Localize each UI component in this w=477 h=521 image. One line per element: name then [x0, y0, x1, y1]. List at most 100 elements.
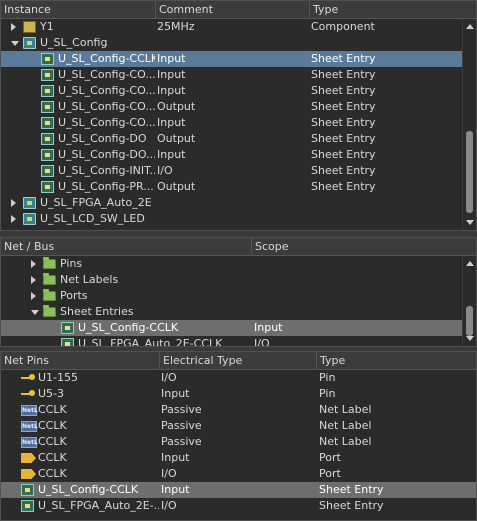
cell-comment: 25MHz — [157, 20, 195, 33]
expand-arrow-icon[interactable] — [11, 23, 16, 31]
expand-arrow-icon[interactable] — [11, 199, 16, 207]
folder-icon — [43, 289, 56, 301]
tree-row[interactable]: NetL CCLK Passive Net Label — [1, 418, 476, 434]
tree-row[interactable]: NetL CCLK Passive Net Label — [1, 434, 476, 450]
cell-name: U_SL_Config-INIT... — [58, 164, 155, 177]
tree-row[interactable]: U_SL_Config — [1, 35, 464, 51]
tree-row[interactable]: Pins — [1, 256, 464, 272]
cell-name: CCLK — [38, 451, 67, 464]
scroll-down-icon[interactable] — [465, 218, 474, 227]
tree-row[interactable]: NetL CCLK Passive Net Label — [1, 402, 476, 418]
tree-row[interactable]: U5-3 Input Pin — [1, 386, 476, 402]
cell-name: U_SL_Config-CO... — [58, 68, 155, 81]
tree-row[interactable]: Sheet Entries — [1, 304, 464, 320]
net-bus-panel: Net / Bus Scope Pins Net Labels Ports Sheet… — [0, 237, 477, 347]
cell-type — [311, 35, 462, 51]
tree-row[interactable]: Net Labels — [1, 272, 464, 288]
sheet-symbol-icon — [23, 37, 36, 49]
sheet-entry-icon — [41, 101, 54, 113]
tree-row[interactable]: CCLK Input Port — [1, 450, 476, 466]
net-pins-panel-header: Net Pins Electrical Type Type — [1, 352, 476, 370]
cell-type: Sheet Entry — [311, 68, 376, 81]
cell-comment: Input — [157, 148, 186, 161]
cell-type: Port — [319, 467, 341, 480]
cell-comment: Output — [157, 132, 196, 145]
column-header-scope[interactable]: Scope — [251, 238, 464, 256]
column-header-net-bus[interactable]: Net / Bus — [1, 238, 251, 256]
port-icon — [21, 453, 36, 463]
tree-row[interactable]: U1-155 I/O Pin — [1, 370, 476, 386]
sheet-entry-icon — [41, 117, 54, 129]
cell-name: U_SL_Config-CO... — [58, 116, 155, 129]
cell-name: Pins — [60, 257, 83, 270]
column-header-net-pins[interactable]: Net Pins — [1, 352, 159, 370]
scroll-up-icon[interactable] — [465, 259, 474, 268]
cell-type: Sheet Entry — [311, 52, 376, 65]
cell-etype: Passive — [161, 435, 202, 448]
cell-scope — [254, 256, 462, 272]
collapse-arrow-icon[interactable] — [11, 41, 19, 46]
net-bus-panel-scrollbar[interactable] — [462, 256, 476, 346]
net-label-icon: NetL — [21, 421, 38, 432]
cell-type: Pin — [319, 371, 336, 384]
column-header-instance[interactable]: Instance — [1, 1, 155, 19]
tree-row[interactable]: Y1 25MHz Component — [1, 19, 464, 35]
cell-name: U_SL_FPGA_Auto_2E — [40, 196, 152, 209]
cell-scope: Input — [254, 321, 283, 334]
cell-comment: Input — [157, 68, 186, 81]
cell-comment — [157, 195, 309, 211]
tree-row[interactable]: U_SL_Config-CO... Input Sheet Entry — [1, 67, 464, 83]
tree-row[interactable]: U_SL_FPGA_Auto_2E-CCLK I/O — [1, 336, 464, 347]
tree-row[interactable]: U_SL_FPGA_Auto_2E — [1, 195, 464, 211]
tree-row[interactable]: U_SL_Config-CO... Input Sheet Entry — [1, 83, 464, 99]
tree-row[interactable]: U_SL_Config-INIT... I/O Sheet Entry — [1, 163, 464, 179]
expand-arrow-icon[interactable] — [31, 292, 36, 300]
cell-etype: Input — [161, 451, 190, 464]
expand-arrow-icon[interactable] — [31, 276, 36, 284]
scroll-up-icon[interactable] — [465, 22, 474, 31]
tree-row[interactable]: U_SL_Config-CCLK Input Sheet Entry — [1, 482, 476, 498]
sheet-entry-icon — [41, 133, 54, 145]
scroll-thumb[interactable] — [466, 306, 473, 336]
cell-name: CCLK — [38, 419, 67, 432]
cell-comment — [157, 35, 309, 51]
scroll-thumb[interactable] — [466, 131, 473, 213]
cell-name: U5-3 — [38, 387, 65, 400]
sheet-entry-icon — [41, 85, 54, 97]
tree-row[interactable]: U_SL_Config-CCLK Input Sheet Entry — [1, 51, 464, 67]
tree-row[interactable]: U_SL_LCD_SW_LED — [1, 211, 464, 227]
tree-row[interactable]: Ports — [1, 288, 464, 304]
cell-etype: Passive — [161, 419, 202, 432]
scroll-down-icon[interactable] — [465, 334, 474, 343]
column-header-comment[interactable]: Comment — [155, 1, 309, 19]
cell-etype: I/O — [161, 371, 177, 384]
expand-arrow-icon[interactable] — [31, 260, 36, 268]
cell-type: Sheet Entry — [311, 148, 376, 161]
port-icon — [21, 469, 36, 479]
collapse-arrow-icon[interactable] — [31, 310, 39, 315]
cell-type: Net Label — [319, 435, 372, 448]
column-header-type[interactable]: Type — [309, 1, 464, 19]
cell-name: U_SL_FPGA_Auto_2E-CCLK — [78, 337, 223, 347]
cell-comment: Input — [157, 84, 186, 97]
sheet-entry-icon — [41, 149, 54, 161]
cell-name: Ports — [60, 289, 88, 302]
tree-row[interactable]: U_SL_Config-CCLK Input — [1, 320, 464, 336]
tree-row[interactable]: U_SL_Config-PR... Output Sheet Entry — [1, 179, 464, 195]
tree-row[interactable]: U_SL_Config-CO... Output Sheet Entry — [1, 99, 464, 115]
cell-scope: I/O — [254, 337, 270, 347]
sheet-entry-icon — [41, 69, 54, 81]
expand-arrow-icon[interactable] — [11, 215, 16, 223]
column-header-type[interactable]: Type — [316, 352, 476, 370]
tree-row[interactable]: U_SL_Config-DO... Input Sheet Entry — [1, 147, 464, 163]
cell-name: U_SL_Config-DO... — [58, 148, 155, 161]
tree-row[interactable]: U_SL_Config-CO... Input Sheet Entry — [1, 115, 464, 131]
tree-row[interactable]: U_SL_FPGA_Auto_2E-... I/O Sheet Entry — [1, 498, 476, 514]
column-header-electrical-type[interactable]: Electrical Type — [159, 352, 316, 370]
instance-panel-scrollbar[interactable] — [462, 19, 476, 230]
tree-row[interactable]: CCLK I/O Port — [1, 466, 476, 482]
cell-type: Sheet Entry — [311, 164, 376, 177]
net-bus-panel-header: Net / Bus Scope — [1, 238, 476, 256]
tree-row[interactable]: U_SL_Config-DO Output Sheet Entry — [1, 131, 464, 147]
cell-name: U_SL_Config — [40, 36, 108, 49]
